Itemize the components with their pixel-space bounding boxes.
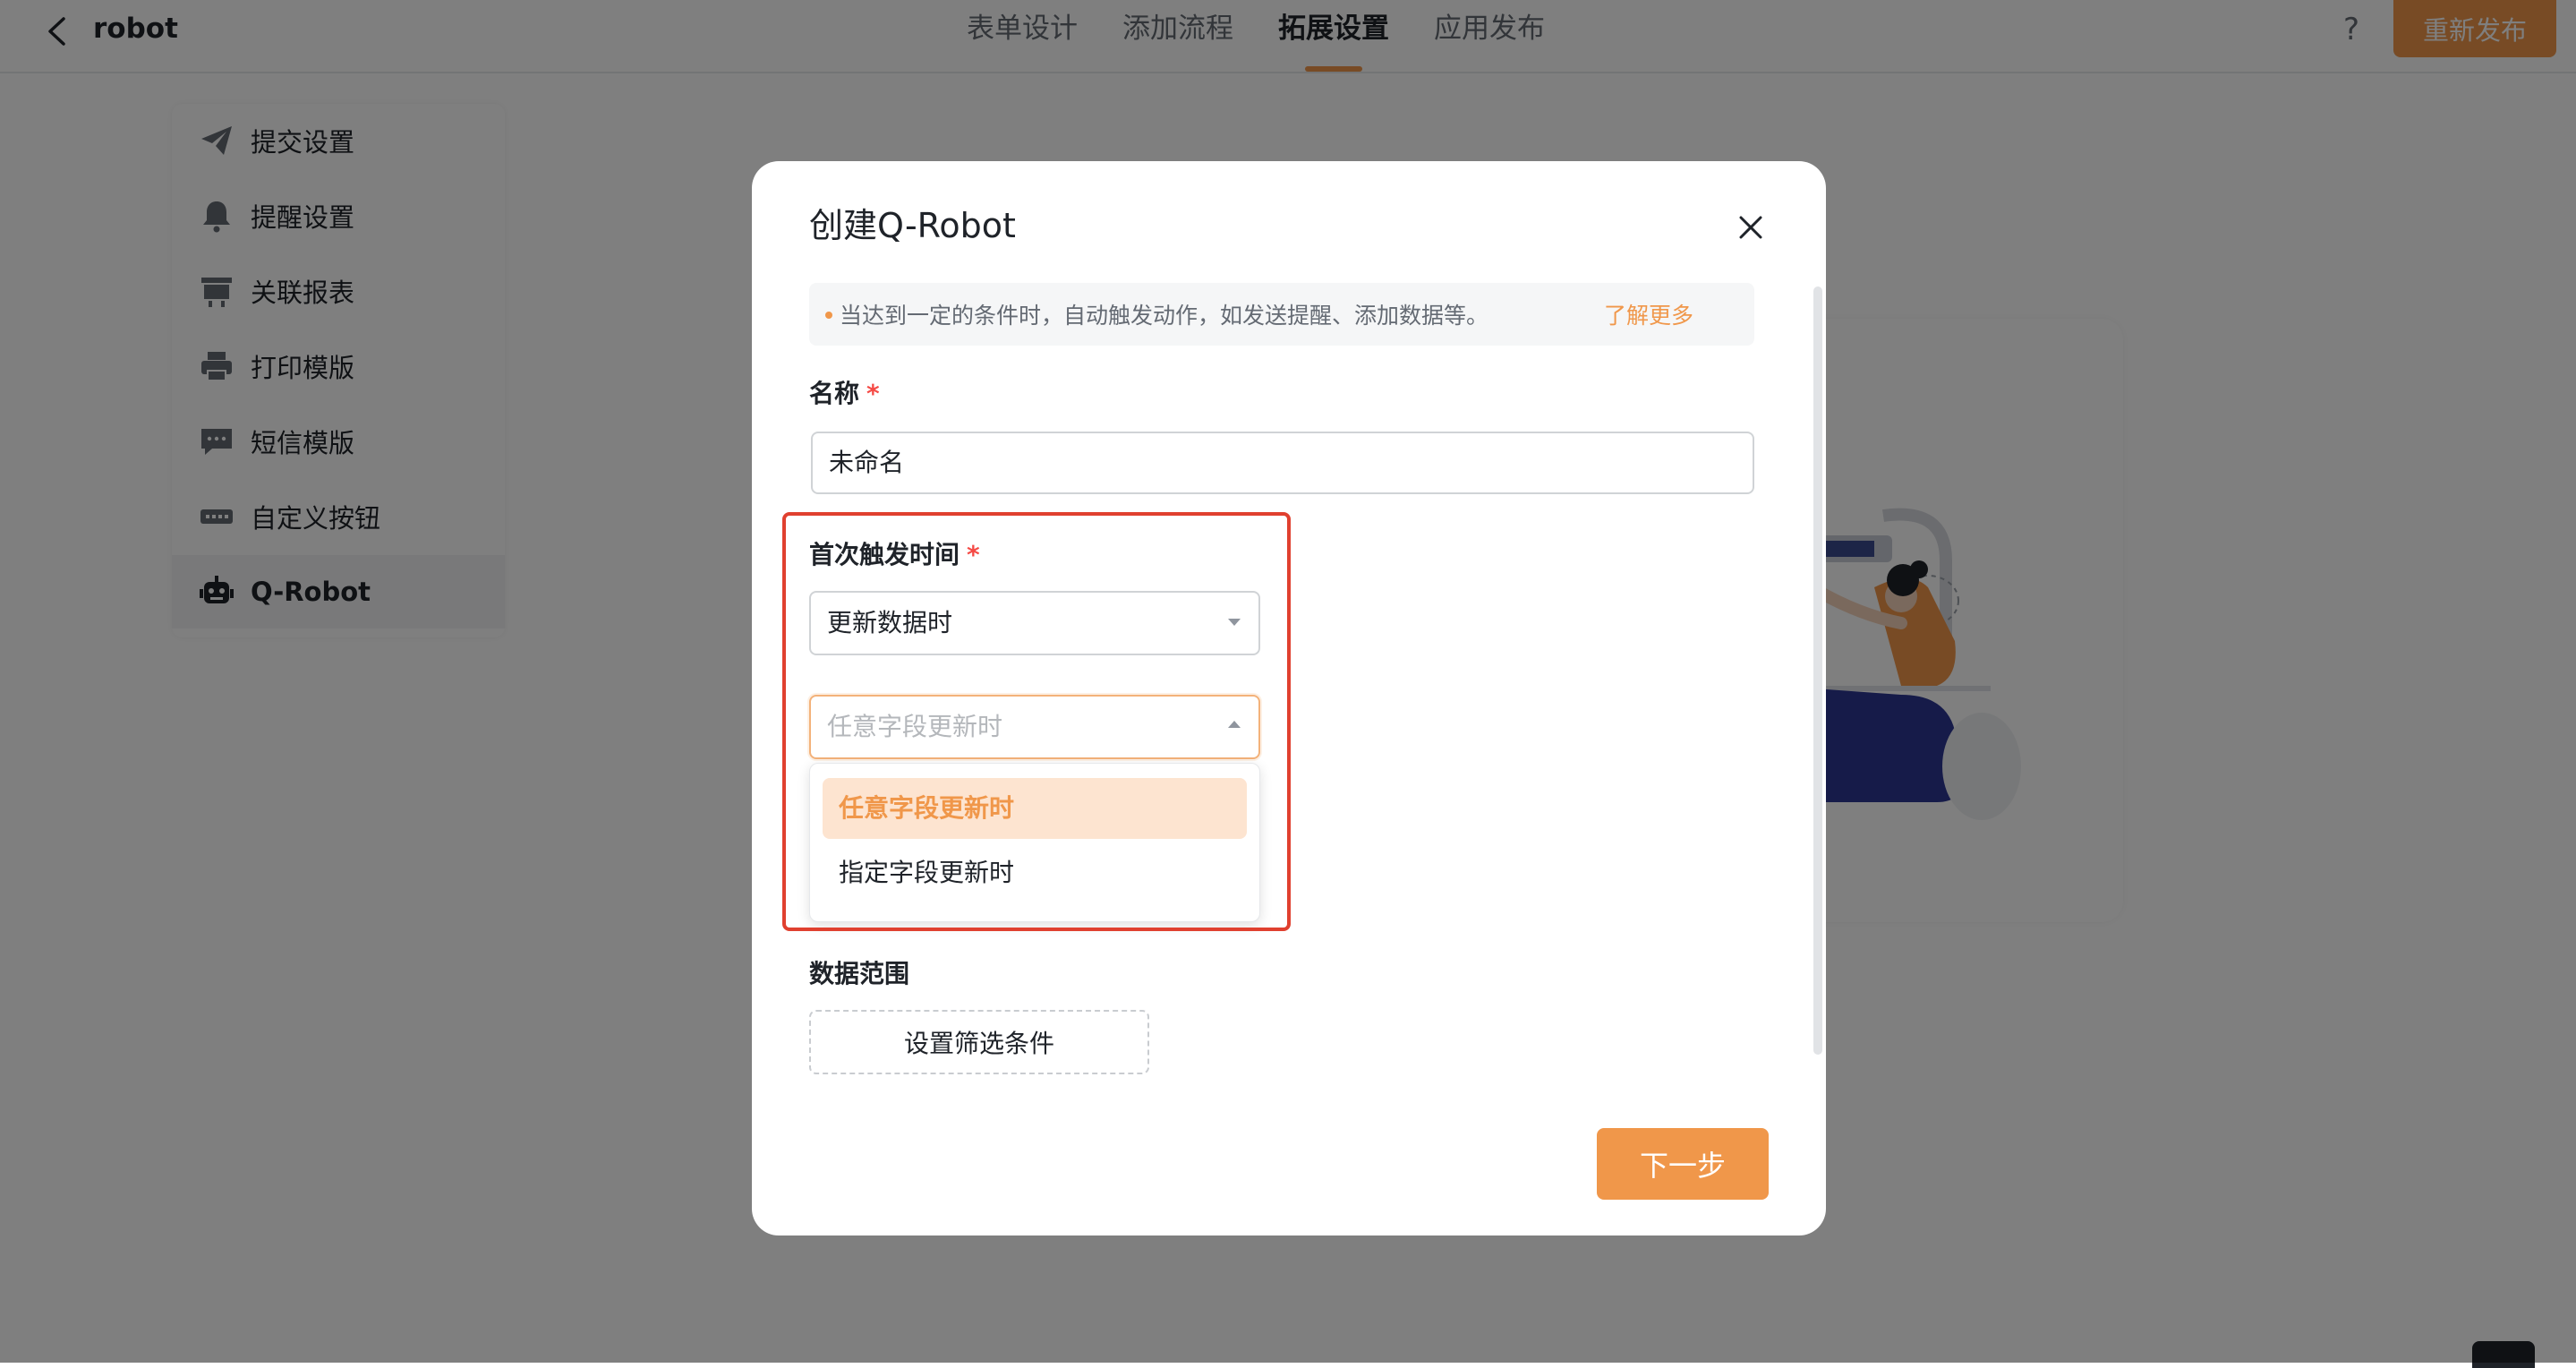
learn-more-link[interactable]: 了解更多 bbox=[1604, 298, 1693, 330]
info-tip: 当达到一定的条件时，自动触发动作，如发送提醒、添加数据等。 了解更多 bbox=[809, 283, 1754, 346]
tip-text: 当达到一定的条件时，自动触发动作，如发送提醒、添加数据等。 bbox=[840, 303, 1489, 329]
required-mark: * bbox=[866, 379, 880, 408]
dropdown-option-specified-field[interactable]: 指定字段更新时 bbox=[823, 842, 1247, 903]
name-label-text: 名称 bbox=[809, 379, 860, 408]
name-label: 名称 * bbox=[809, 376, 880, 412]
trigger-time-label: 首次触发时间 * bbox=[809, 537, 980, 573]
trigger-time-label-text: 首次触发时间 bbox=[809, 540, 960, 569]
data-range-label: 数据范围 bbox=[809, 959, 910, 988]
trigger-time-select[interactable]: 更新数据时 bbox=[809, 591, 1260, 655]
trigger-time-select-value: 更新数据时 bbox=[827, 608, 953, 637]
field-update-dropdown: 任意字段更新时 指定字段更新时 bbox=[809, 763, 1260, 922]
next-step-button[interactable]: 下一步 bbox=[1597, 1128, 1769, 1200]
close-button[interactable] bbox=[1731, 208, 1770, 247]
dialog-title: 创建Q-Robot bbox=[809, 206, 1016, 245]
dialog-scrollbar[interactable] bbox=[1813, 286, 1822, 1055]
required-mark: * bbox=[967, 540, 980, 569]
dropdown-option-any-field[interactable]: 任意字段更新时 bbox=[823, 778, 1247, 839]
name-input[interactable]: 未命名 bbox=[811, 432, 1754, 494]
field-update-select[interactable]: 任意字段更新时 bbox=[809, 695, 1260, 759]
set-filter-button[interactable]: 设置筛选条件 bbox=[809, 1010, 1149, 1074]
caret-up-icon bbox=[1228, 721, 1241, 728]
close-icon bbox=[1739, 216, 1762, 239]
field-update-select-placeholder: 任意字段更新时 bbox=[827, 712, 1003, 741]
tip-bullet bbox=[825, 312, 832, 319]
caret-down-icon bbox=[1228, 619, 1241, 626]
create-q-robot-dialog: 创建Q-Robot 当达到一定的条件时，自动触发动作，如发送提醒、添加数据等。 … bbox=[752, 161, 1826, 1235]
